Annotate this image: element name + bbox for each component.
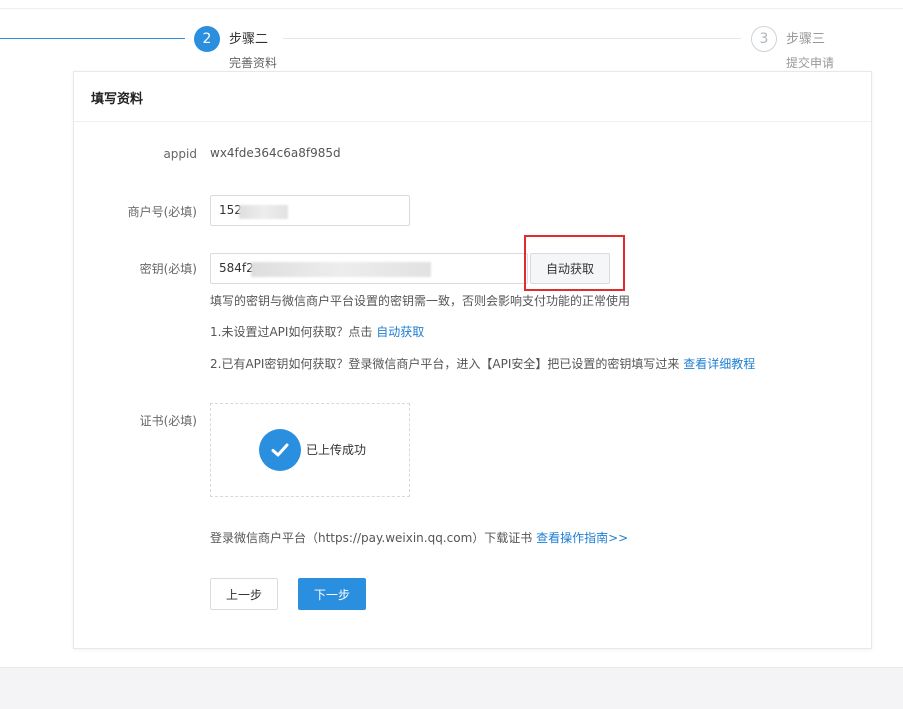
certificate-upload-area[interactable]: 已上传成功 <box>210 403 410 497</box>
card-title: 填写资料 <box>91 92 144 107</box>
step-3-number: 3 <box>759 31 769 47</box>
merchant-id-label: 商户号(必填) <box>127 205 197 219</box>
secret-input[interactable]: 584f2 <box>210 253 528 284</box>
previous-step-button[interactable]: 上一步 <box>210 578 278 610</box>
auto-fetch-button[interactable]: 自动获取 <box>530 253 610 284</box>
step-3-subtitle: 提交申请 <box>786 56 835 70</box>
detailed-tutorial-link[interactable]: 查看详细教程 <box>683 357 755 371</box>
card-header: 填写资料 <box>74 72 871 122</box>
auto-fetch-link[interactable]: 自动获取 <box>376 325 424 339</box>
secret-tip-1: 1.未设置过API如何获取？点击 自动获取 <box>210 323 424 340</box>
check-icon <box>259 429 301 471</box>
step-2-indicator: 2 <box>194 26 220 52</box>
secret-tip-1-text: 1.未设置过API如何获取？点击 <box>210 325 373 339</box>
merchant-id-input[interactable]: 152 <box>210 195 410 226</box>
secret-tip-2-text: 2.已有API密钥如何获取？登录微信商户平台，进入【API安全】把已设置的密钥填… <box>210 357 680 371</box>
profile-form-card: 填写资料 appid wx4fde364c6a8f985d 商户号(必填) 15… <box>73 71 872 649</box>
secret-label: 密钥(必填) <box>139 262 197 276</box>
step-3-indicator: 3 <box>751 26 777 52</box>
step-2-number: 2 <box>202 31 212 47</box>
step-progress-line-completed <box>0 38 185 39</box>
next-step-button[interactable]: 下一步 <box>298 578 366 610</box>
step-2-subtitle: 完善资料 <box>229 56 278 70</box>
step-3-title: 步骤三 <box>786 32 826 47</box>
appid-label: appid <box>163 147 197 161</box>
page: 2 步骤二 完善资料 3 步骤三 提交申请 填写资料 appid wx4fde3… <box>0 0 903 709</box>
secret-redaction <box>251 262 431 277</box>
step-progress-line-pending <box>283 38 741 39</box>
certificate-download-text: 登录微信商户平台（https://pay.weixin.qq.com）下载证书 <box>210 531 533 545</box>
secret-help-text: 填写的密钥与微信商户平台设置的密钥需一致，否则会影响支付功能的正常使用 <box>210 294 631 308</box>
operation-guide-link[interactable]: 查看操作指南>> <box>536 531 628 545</box>
upload-status: 已上传成功 <box>306 443 367 457</box>
certificate-label: 证书(必填) <box>139 414 197 428</box>
merchant-id-redaction <box>239 205 288 219</box>
certificate-download-note: 登录微信商户平台（https://pay.weixin.qq.com）下载证书 … <box>210 529 628 546</box>
secret-value: 584f2 <box>219 261 254 275</box>
secret-tip-2: 2.已有API密钥如何获取？登录微信商户平台，进入【API安全】把已设置的密钥填… <box>210 355 755 372</box>
top-divider <box>0 8 903 9</box>
step-2-title: 步骤二 <box>229 32 269 47</box>
appid-value: wx4fde364c6a8f985d <box>210 146 341 160</box>
